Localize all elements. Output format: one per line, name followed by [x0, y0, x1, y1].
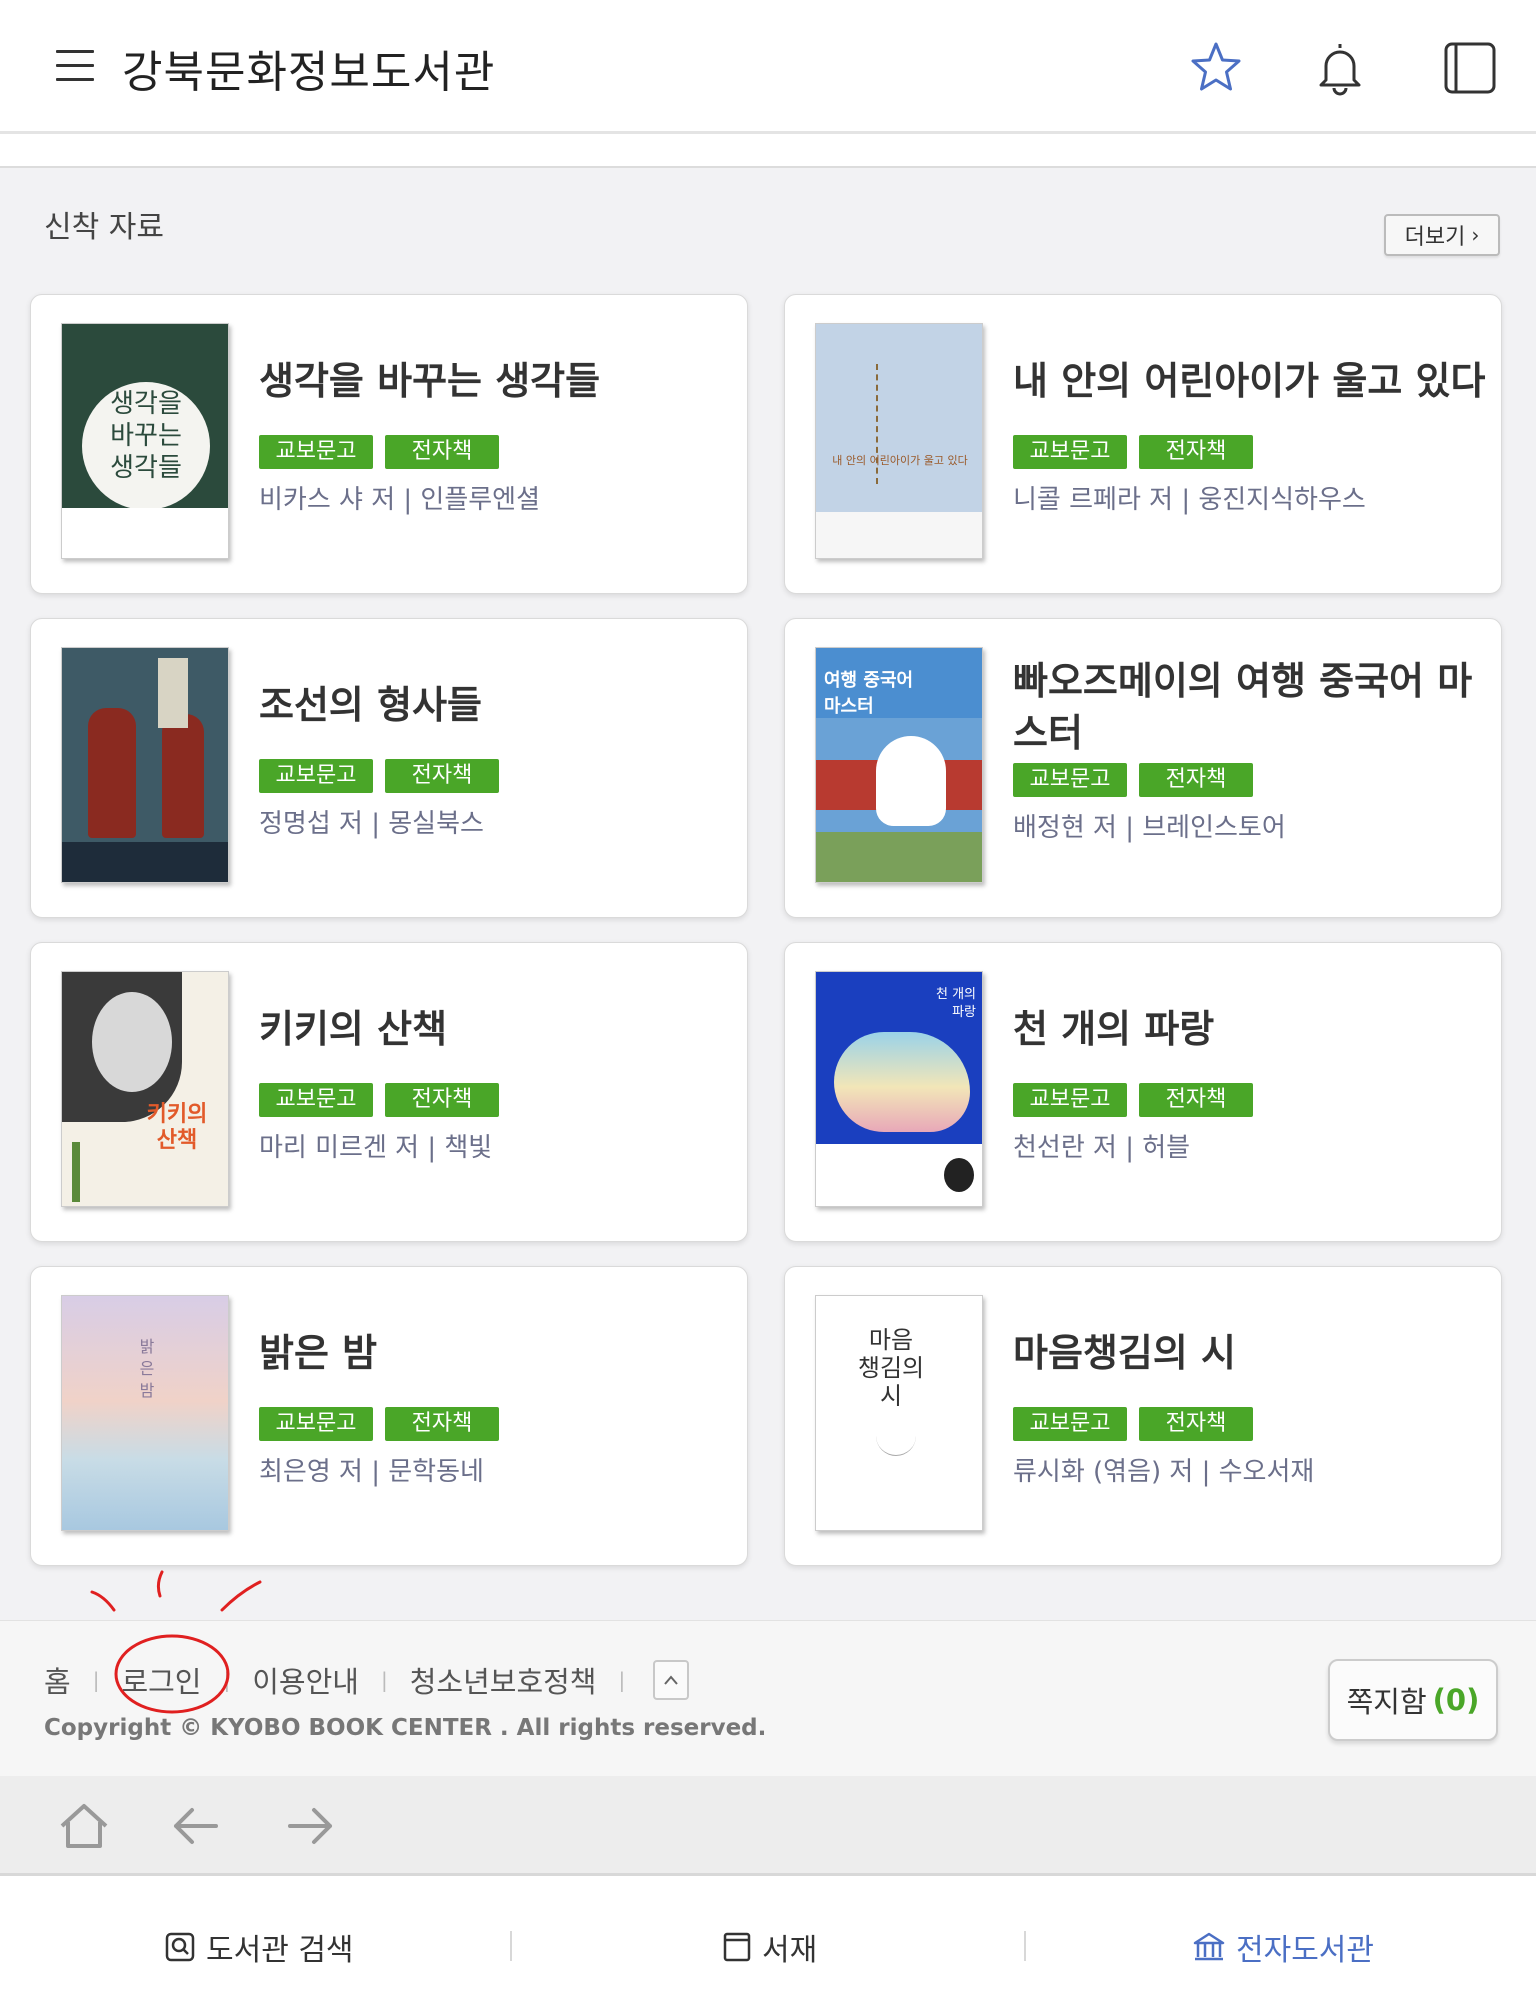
footer-link-guide[interactable]: 이용안내 — [252, 1659, 359, 1701]
badge-group: 교보문고 전자책 — [259, 1083, 499, 1117]
badge-ebook: 전자책 — [1139, 763, 1253, 797]
book-title: 빠오즈메이의 여행 중국어 마스터 — [1013, 659, 1473, 755]
forward-arrow-icon[interactable] — [282, 1798, 338, 1854]
tab-bookshelf-label: 서재 — [762, 1933, 818, 1968]
tab-ebook-library-label: 전자도서관 — [1236, 1933, 1374, 1968]
badge-ebook: 전자책 — [1139, 435, 1253, 469]
more-label: 더보기 — [1404, 225, 1466, 250]
tab-library-search[interactable]: 도서관 검색 — [164, 1925, 354, 1969]
chevron-right-icon: › — [1471, 223, 1480, 247]
badge-group: 교보문고 전자책 — [259, 435, 499, 469]
badge-group: 교보문고 전자책 — [1013, 1407, 1253, 1441]
book-title: 마음챙김의 시 — [1013, 1331, 1236, 1375]
book-card[interactable]: 조선의 형사들 교보문고 전자책 정명섭 저 | 몽실북스 — [30, 618, 748, 918]
message-box-label: 쪽지함 — [1346, 1685, 1427, 1719]
divider — [1024, 1931, 1026, 1961]
home-icon[interactable] — [56, 1798, 112, 1854]
library-building-icon — [1193, 1932, 1225, 1961]
star-icon[interactable] — [1186, 38, 1246, 98]
book-meta: 최은영 저 | 문학동네 — [259, 1457, 484, 1487]
book-icon[interactable] — [1440, 38, 1500, 98]
book-cover — [61, 647, 229, 883]
navigation-bar — [0, 1776, 1536, 1876]
book-title: 키키의 산책 — [259, 1007, 448, 1051]
footer-link-youth-policy[interactable]: 청소년보호정책 — [410, 1659, 597, 1701]
book-card[interactable]: 생각을 바꾸는 생각들 생각을 바꾸는 생각들 교보문고 전자책 비카스 샤 저 |… — [30, 294, 748, 594]
book-title: 내 안의 어린아이가 울고 있다 — [1013, 359, 1486, 403]
badge-kyobo: 교보문고 — [259, 759, 373, 793]
section-title: 신착 자료 — [44, 210, 164, 245]
app-header: 강북문화정보도서관 — [0, 0, 1536, 134]
book-meta: 배정현 저 | 브레인스토어 — [1013, 813, 1286, 843]
badge-ebook: 전자책 — [1139, 1083, 1253, 1117]
badge-kyobo: 교보문고 — [259, 1083, 373, 1117]
book-title: 생각을 바꾸는 생각들 — [259, 359, 601, 403]
tab-library-search-label: 도서관 검색 — [206, 1933, 354, 1968]
book-cover: 내 안의 어린아이가 울고 있다 — [815, 323, 983, 559]
page-footer: 홈 | 로그인 | 이용안내 | 청소년보호정책 | Copyright © K… — [0, 1620, 1536, 1776]
book-meta: 정명섭 저 | 몽실북스 — [259, 809, 484, 839]
badge-kyobo: 교보문고 — [1013, 763, 1127, 797]
book-cover: 밝은밤 — [61, 1295, 229, 1531]
badge-group: 교보문고 전자책 — [259, 1407, 499, 1441]
book-title: 천 개의 파랑 — [1013, 1007, 1215, 1051]
badge-kyobo: 교보문고 — [1013, 1407, 1127, 1441]
footer-link-home[interactable]: 홈 — [44, 1659, 71, 1701]
badge-ebook: 전자책 — [385, 759, 499, 793]
badge-kyobo: 교보문고 — [259, 435, 373, 469]
badge-group: 교보문고 전자책 — [259, 759, 499, 793]
badge-kyobo: 교보문고 — [1013, 1083, 1127, 1117]
book-card[interactable]: 키키의 산책 키키의 산책 교보문고 전자책 마리 미르겐 저 | 책빛 — [30, 942, 748, 1242]
book-card[interactable]: 마음 챙김의 시 마음챙김의 시 교보문고 전자책 류시화 (엮음) 저 | 수오서… — [784, 1266, 1502, 1566]
book-meta: 류시화 (엮음) 저 | 수오서재 — [1013, 1457, 1315, 1487]
divider: | — [223, 1668, 231, 1692]
bookshelf-icon — [723, 1932, 751, 1962]
badge-group: 교보문고 전자책 — [1013, 763, 1253, 797]
divider — [510, 1931, 512, 1961]
book-card[interactable]: 내 안의 어린아이가 울고 있다 내 안의 어린아이가 울고 있다 교보문고 전… — [784, 294, 1502, 594]
search-icon — [165, 1932, 195, 1962]
book-title: 밝은 밤 — [259, 1331, 378, 1375]
book-meta: 비카스 샤 저 | 인플루엔셜 — [259, 485, 541, 515]
badge-ebook: 전자책 — [385, 435, 499, 469]
book-cover: 여행 중국어 마스터 — [815, 647, 983, 883]
badge-kyobo: 교보문고 — [259, 1407, 373, 1441]
scroll-top-button[interactable] — [653, 1660, 690, 1700]
menu-icon[interactable] — [56, 50, 94, 82]
divider: | — [618, 1668, 626, 1692]
divider: | — [380, 1668, 388, 1692]
bottom-tab-bar: 도서관 검색 서재 전자도서관 — [0, 1879, 1536, 2008]
more-button[interactable]: 더보기 › — [1384, 214, 1500, 256]
book-cover: 키키의 산책 — [61, 971, 229, 1207]
badge-ebook: 전자책 — [385, 1407, 499, 1441]
badge-group: 교보문고 전자책 — [1013, 1083, 1253, 1117]
footer-links: 홈 | 로그인 | 이용안내 | 청소년보호정책 | — [44, 1659, 690, 1701]
badge-kyobo: 교보문고 — [1013, 435, 1127, 469]
book-card[interactable]: 밝은밤 밝은 밤 교보문고 전자책 최은영 저 | 문학동네 — [30, 1266, 748, 1566]
message-count: (0) — [1432, 1683, 1480, 1717]
book-meta: 마리 미르겐 저 | 책빛 — [259, 1133, 493, 1163]
book-meta: 니콜 르페라 저 | 웅진지식하우스 — [1013, 485, 1366, 515]
badge-group: 교보문고 전자책 — [1013, 435, 1253, 469]
badge-ebook: 전자책 — [1139, 1407, 1253, 1441]
bell-icon[interactable] — [1310, 38, 1370, 98]
tab-ebook-library[interactable]: 전자도서관 — [1192, 1925, 1374, 1969]
library-title: 강북문화정보도서관 — [122, 47, 496, 98]
book-cover: 천 개의 파랑 — [815, 971, 983, 1207]
chevron-up-icon — [664, 1675, 678, 1685]
book-meta: 천선란 저 | 허블 — [1013, 1133, 1191, 1163]
tab-bookshelf[interactable]: 서재 — [722, 1925, 817, 1969]
book-card[interactable]: 천 개의 파랑 천 개의 파랑 교보문고 전자책 천선란 저 | 허블 — [784, 942, 1502, 1242]
divider: | — [92, 1668, 100, 1692]
footer-link-login[interactable]: 로그인 — [121, 1659, 201, 1701]
message-box-button[interactable]: 쪽지함 (0) — [1328, 1659, 1498, 1741]
copyright-text: Copyright © KYOBO BOOK CENTER . All righ… — [44, 1715, 767, 1741]
book-card[interactable]: 여행 중국어 마스터 빠오즈메이의 여행 중국어 마스터 교보문고 전자책 배정현… — [784, 618, 1502, 918]
book-cover: 마음 챙김의 시 — [815, 1295, 983, 1531]
back-arrow-icon[interactable] — [168, 1798, 224, 1854]
book-title: 조선의 형사들 — [259, 683, 482, 727]
book-cover: 생각을 바꾸는 생각들 — [61, 323, 229, 559]
badge-ebook: 전자책 — [385, 1083, 499, 1117]
